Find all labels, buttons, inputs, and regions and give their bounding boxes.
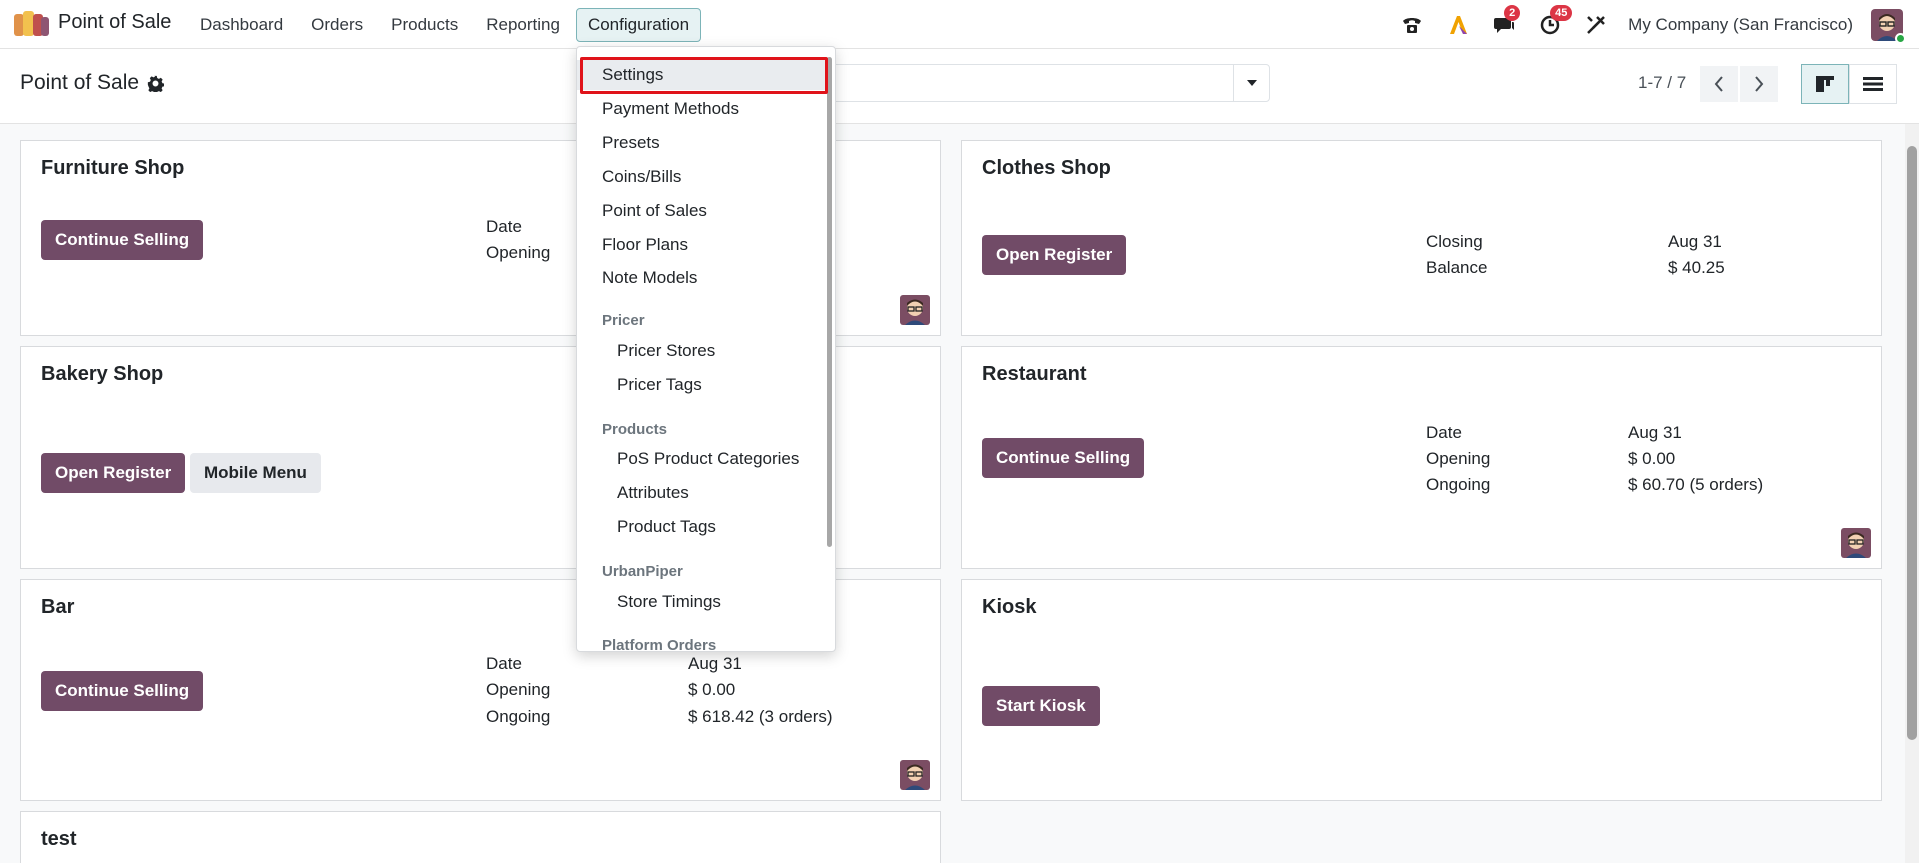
start-kiosk-button[interactable]: Start Kiosk [982, 686, 1100, 726]
menu-item-product-tags[interactable]: Product Tags [577, 512, 825, 542]
ongoing-label: Ongoing [1426, 475, 1491, 494]
pager-value[interactable]: 1-7 / 7 [1638, 73, 1686, 93]
menu-item-point-of-sales[interactable]: Point of Sales [577, 196, 825, 226]
balance-value: $ 40.25 [1668, 258, 1725, 277]
clock-icon[interactable]: 45 [1536, 4, 1573, 39]
app-logo-icon[interactable] [14, 11, 50, 37]
opening-label: Opening [1426, 449, 1491, 468]
chevron-left-icon [1714, 76, 1723, 92]
breadcrumb: Point of Sale [20, 71, 165, 95]
pager-previous-button[interactable] [1700, 66, 1738, 102]
menu-dashboard[interactable]: Dashboard [188, 8, 295, 42]
control-panel: Point of Sale 1-7 / 7 [0, 49, 1919, 124]
date-value: Aug 31 [688, 654, 742, 673]
menu-orders[interactable]: Orders [299, 8, 375, 42]
configuration-dropdown: Settings Payment Methods Presets Coins/B… [576, 46, 836, 652]
menu-item-pricer-stores[interactable]: Pricer Stores [577, 336, 825, 366]
user-avatar[interactable] [1871, 8, 1906, 44]
phone-icon[interactable] [1398, 11, 1426, 39]
chevron-right-icon [1755, 76, 1764, 92]
chat-icon[interactable]: 2 [1490, 4, 1521, 39]
kanban-view-icon [1816, 76, 1834, 92]
card-title[interactable]: Furniture Shop [41, 157, 184, 180]
activities-badge: 45 [1550, 4, 1573, 21]
kanban-view-button[interactable] [1801, 64, 1849, 104]
online-status-dot [1895, 32, 1906, 44]
page-scrollbar-thumb[interactable] [1907, 146, 1917, 740]
opening-value: $ 0.00 [1628, 449, 1676, 468]
card-title[interactable]: test [41, 828, 77, 851]
card-title[interactable]: Bakery Shop [41, 363, 163, 386]
date-label: Date [486, 654, 522, 673]
mobile-menu-button[interactable]: Mobile Menu [190, 453, 321, 493]
closing-label: Closing [1426, 232, 1483, 251]
main-menu: Dashboard Orders Products Reporting Conf… [188, 8, 702, 42]
menu-item-coins-bills[interactable]: Coins/Bills [577, 162, 825, 192]
pager-next-button[interactable] [1740, 66, 1778, 102]
menu-item-attributes[interactable]: Attributes [577, 478, 825, 508]
app-title[interactable]: Point of Sale [58, 11, 171, 34]
ai-icon[interactable] [1444, 11, 1472, 39]
opening-label: Opening [486, 243, 551, 262]
pos-card-test: test [20, 811, 941, 863]
section-header-pricer: Pricer [602, 312, 645, 329]
card-title[interactable]: Clothes Shop [982, 157, 1111, 180]
avatar [1841, 528, 1871, 558]
pos-card-kiosk: Kiosk Start Kiosk [961, 579, 1882, 801]
ongoing-value: $ 60.70 (5 orders) [1628, 475, 1764, 494]
menu-products[interactable]: Products [379, 8, 470, 42]
continue-selling-button[interactable]: Continue Selling [41, 671, 204, 711]
list-view-icon [1863, 77, 1883, 91]
pos-card-clothes: Clothes Shop Open Register Closing Aug 3… [961, 140, 1882, 336]
date-value: Aug 31 [1628, 423, 1682, 442]
search-input[interactable] [830, 64, 1270, 102]
card-title[interactable]: Kiosk [982, 596, 1036, 619]
settings-highlight-box [580, 57, 828, 94]
continue-selling-button[interactable]: Continue Selling [982, 438, 1145, 478]
list-view-button[interactable] [1849, 64, 1897, 104]
avatar [900, 760, 930, 790]
menu-item-pos-product-categories[interactable]: PoS Product Categories [577, 444, 825, 474]
open-register-button[interactable]: Open Register [41, 453, 186, 493]
date-label: Date [486, 217, 522, 236]
section-header-products: Products [602, 421, 668, 438]
avatar [900, 295, 930, 325]
menu-item-note-models[interactable]: Note Models [577, 263, 825, 293]
section-header-urbanpiper: UrbanPiper [602, 563, 683, 580]
gear-icon[interactable] [147, 75, 165, 92]
date-label: Date [1426, 423, 1462, 442]
systray: 2 45 My Company (San Francisco) [1398, 0, 1919, 49]
dropdown-scrollbar[interactable] [827, 57, 832, 547]
menu-item-floor-plans[interactable]: Floor Plans [577, 230, 825, 260]
closing-value: Aug 31 [1668, 232, 1722, 251]
menu-configuration[interactable]: Configuration [575, 8, 702, 42]
balance-label: Balance [1426, 258, 1488, 277]
menu-item-store-timings[interactable]: Store Timings [577, 587, 825, 617]
card-title[interactable]: Restaurant [982, 363, 1086, 386]
ongoing-label: Ongoing [486, 707, 551, 726]
messages-badge: 2 [1504, 4, 1521, 21]
open-register-button[interactable]: Open Register [982, 235, 1127, 275]
menu-item-presets[interactable]: Presets [577, 128, 825, 158]
opening-value: $ 0.00 [688, 680, 736, 699]
search-caret-icon [1246, 80, 1257, 86]
top-navbar: Point of Sale Dashboard Orders Products … [0, 0, 1919, 49]
opening-label: Opening [486, 680, 551, 699]
ongoing-value: $ 618.42 (3 orders) [688, 707, 833, 726]
card-title[interactable]: Bar [41, 596, 74, 619]
tools-icon[interactable] [1582, 11, 1610, 39]
menu-reporting[interactable]: Reporting [474, 8, 572, 42]
section-header-platform-orders: Platform Orders [602, 637, 717, 652]
company-switcher[interactable]: My Company (San Francisco) [1628, 15, 1853, 35]
pos-card-restaurant: Restaurant Continue Selling Date Aug 31 … [961, 346, 1882, 569]
search-options-toggle[interactable] [1233, 65, 1269, 101]
menu-item-pricer-tags[interactable]: Pricer Tags [577, 370, 825, 400]
continue-selling-button[interactable]: Continue Selling [41, 220, 204, 260]
page-title: Point of Sale [20, 71, 140, 94]
menu-item-payment-methods[interactable]: Payment Methods [577, 94, 825, 124]
